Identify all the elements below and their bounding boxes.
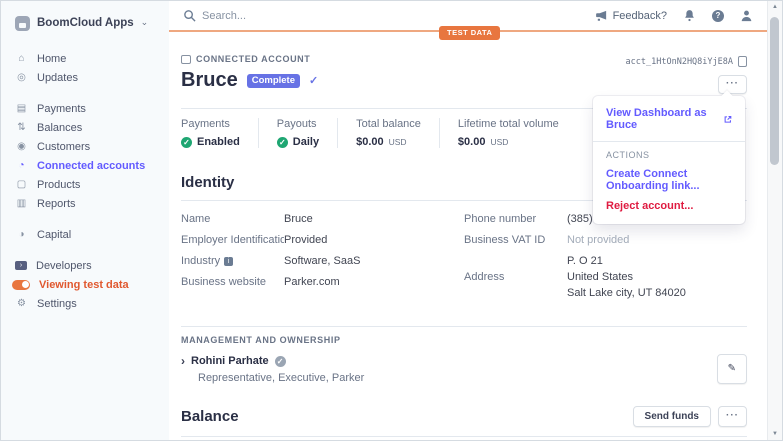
sidebar-item-customers[interactable]: ◉ Customers	[15, 139, 169, 154]
scroll-up-arrow-icon[interactable]: ▲	[768, 4, 782, 10]
menu-item-view-dashboard[interactable]: View Dashboard as Bruce	[593, 100, 745, 138]
identity-row-vat: Business VAT ID Not provided	[464, 234, 630, 246]
page-title: Bruce	[181, 69, 238, 91]
expand-chevron-icon[interactable]: ›	[181, 354, 185, 368]
bell-icon[interactable]	[683, 9, 696, 22]
stat-payments: Payments ✓ Enabled	[181, 118, 259, 148]
customers-icon: ◉	[17, 141, 26, 152]
sidebar-item-products[interactable]: ▢ Products	[15, 177, 169, 192]
info-icon[interactable]: i	[224, 256, 234, 266]
status-badge: Complete	[246, 73, 300, 88]
feedback-label: Feedback?	[612, 9, 667, 22]
sidebar-item-reports[interactable]: ▥ Reports	[15, 196, 169, 211]
identity-row-industry: Industry i Software, SaaS	[181, 255, 361, 267]
search-bar[interactable]	[183, 9, 595, 22]
test-data-badge: TEST DATA	[439, 26, 501, 40]
sidebar-nav: ⌂ Home ◎ Updates ▤ Payments ⇅ Balances ◉ Cust…	[12, 51, 169, 311]
stat-lifetime-volume: Lifetime total volume $0.00 USD	[457, 118, 559, 148]
chevron-down-icon: ⌄	[140, 16, 149, 27]
identity-row-address: Address P. O 21 United States Salt Lake …	[464, 255, 686, 299]
home-icon: ⌂	[18, 53, 25, 64]
connected-accounts-icon: ◔	[18, 160, 25, 171]
balances-icon: ⇅	[17, 122, 26, 133]
app-window: BoomCloud Apps ⌄ ⌂ Home ◎ Updates ▤ Payment…	[0, 0, 783, 441]
sidebar: BoomCloud Apps ⌄ ⌂ Home ◎ Updates ▤ Payment…	[1, 1, 169, 440]
pencil-icon: ✎	[727, 363, 736, 374]
copy-icon[interactable]	[738, 56, 747, 67]
reports-icon: ▥	[16, 198, 27, 209]
megaphone-icon	[595, 10, 606, 21]
menu-section-header: ACTIONS	[606, 150, 650, 160]
sidebar-item-developers[interactable]: › Developers	[15, 258, 169, 273]
scrollbar-thumb[interactable]	[770, 17, 779, 165]
topbar-actions: Feedback? ?	[595, 9, 753, 22]
actions-popover: View Dashboard as Bruce ACTIONS Create C…	[593, 96, 745, 224]
main-content: CONNECTED ACCOUNT Bruce Complete ✓ acct_…	[169, 34, 767, 440]
identity-row-name: Name Bruce	[181, 213, 313, 225]
identity-row-ein: Employer Identification Number Provided	[181, 234, 328, 246]
send-funds-button[interactable]: Send funds	[632, 406, 711, 427]
account-header: CONNECTED ACCOUNT Bruce Complete ✓ acct_…	[181, 54, 747, 94]
external-link-icon	[725, 115, 732, 123]
scrollbar[interactable]: ▲ ▼	[767, 1, 782, 440]
developers-terminal-icon: ›	[15, 261, 27, 270]
menu-divider	[593, 141, 745, 142]
sidebar-item-home[interactable]: ⌂ Home	[15, 51, 169, 66]
storefront-icon	[181, 54, 191, 64]
capital-icon: ◑	[18, 229, 25, 240]
person-name: Rohini Parhate	[191, 355, 269, 367]
menu-item-reject-account[interactable]: Reject account...	[593, 196, 745, 216]
balance-section: Balance Send funds ··· Total balance $0.…	[181, 406, 747, 440]
workspace-name: BoomCloud Apps	[37, 17, 134, 29]
account-id: acct_1HtOnN2HQ8iYjE8A	[625, 56, 733, 67]
updates-icon: ◎	[17, 72, 26, 83]
sidebar-item-updates[interactable]: ◎ Updates	[15, 70, 169, 85]
status-check-icon: ✓	[309, 75, 319, 87]
balance-title: Balance	[181, 408, 239, 425]
connected-account-overline: CONNECTED ACCOUNT	[181, 54, 318, 64]
identity-row-website: Business website Parker.com	[181, 276, 340, 288]
user-avatar-icon[interactable]	[740, 9, 753, 22]
feedback-button[interactable]: Feedback?	[595, 9, 667, 22]
verified-icon: ✓	[274, 355, 286, 367]
products-icon: ▢	[16, 179, 27, 190]
payments-icon: ▤	[16, 103, 27, 114]
person-roles: Representative, Executive, Parker	[198, 372, 365, 384]
account-more-button[interactable]: ···	[718, 75, 747, 94]
search-icon	[184, 10, 196, 22]
edit-person-button[interactable]: ✎	[716, 354, 747, 384]
sidebar-item-capital[interactable]: ◑ Capital	[15, 227, 169, 242]
sidebar-item-connected-accounts[interactable]: ◔ Connected accounts	[15, 158, 169, 173]
menu-item-create-onboarding-link[interactable]: Create Connect Onboarding link...	[593, 164, 745, 196]
management-title: MANAGEMENT AND OWNERSHIP	[181, 335, 341, 345]
test-data-toggle[interactable]	[12, 279, 30, 290]
sidebar-item-settings[interactable]: ⚙ Settings	[15, 296, 169, 311]
search-input[interactable]	[202, 9, 402, 22]
workspace-logo-icon	[15, 15, 30, 31]
gear-icon: ⚙	[17, 298, 26, 309]
workspace-switcher[interactable]: BoomCloud Apps ⌄	[15, 13, 169, 33]
balance-more-button[interactable]: ···	[718, 406, 747, 427]
sidebar-item-payments[interactable]: ▤ Payments	[15, 101, 169, 116]
stat-total-balance: Total balance $0.00 USD	[356, 118, 440, 148]
stat-payouts: Payouts ✓ Daily	[276, 118, 339, 148]
check-circle-icon: ✓	[276, 136, 288, 148]
sidebar-item-balances[interactable]: ⇅ Balances	[15, 120, 169, 135]
management-section: MANAGEMENT AND OWNERSHIP › Rohini Parhat…	[181, 326, 747, 384]
help-icon[interactable]: ?	[712, 9, 724, 22]
scroll-down-arrow-icon[interactable]: ▼	[768, 431, 782, 437]
check-circle-icon: ✓	[181, 136, 192, 148]
sidebar-item-viewing-test-data[interactable]: Viewing test data	[12, 277, 169, 292]
